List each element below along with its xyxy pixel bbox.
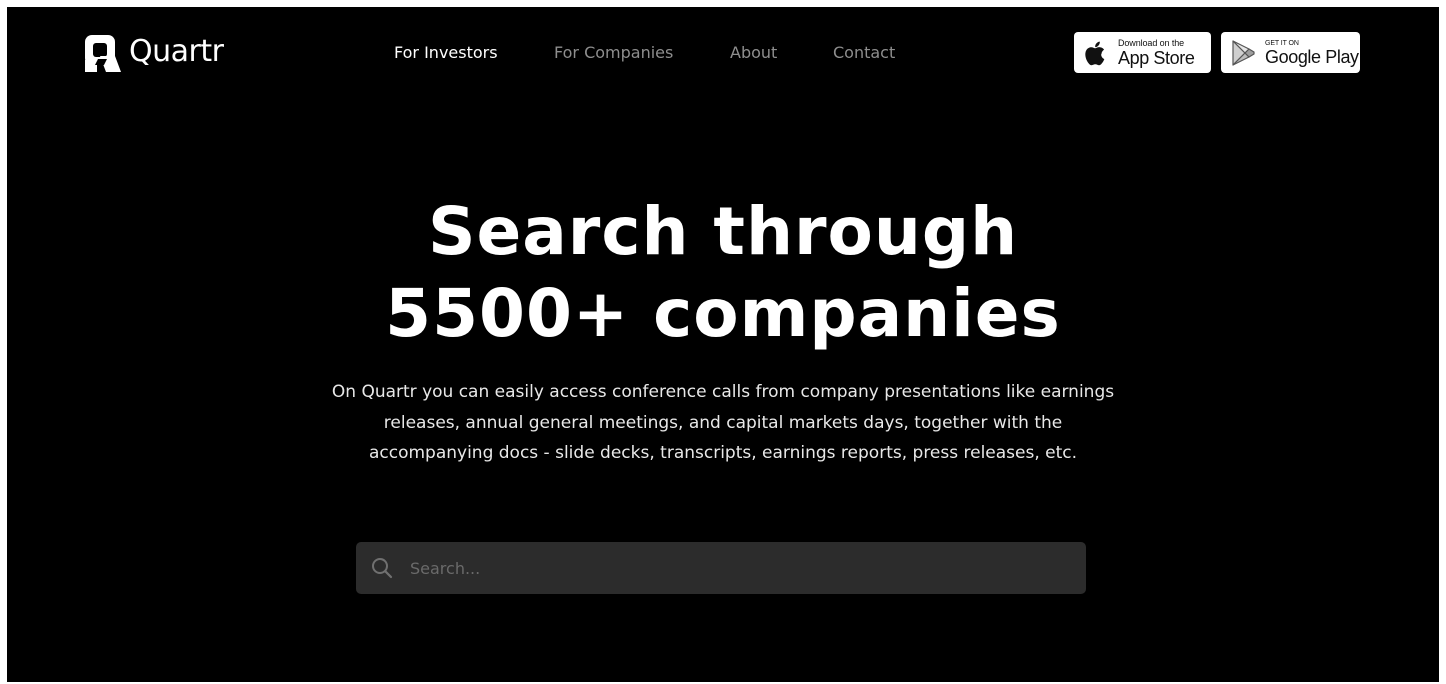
hero-title-line-1: Search through <box>427 193 1019 270</box>
search-input[interactable] <box>408 541 1086 595</box>
app-store-text: Download on the App Store <box>1118 37 1195 68</box>
hero-description: On Quartr you can easily access conferen… <box>331 382 1115 463</box>
google-play-badge[interactable]: GET IT ON Google Play <box>1221 32 1360 73</box>
google-play-small-label: GET IT ON <box>1265 39 1299 47</box>
hero-title-line-2: 5500+ companies <box>385 275 1061 352</box>
nav-for-investors[interactable]: For Investors <box>394 41 498 65</box>
apple-icon <box>1085 41 1105 65</box>
app-store-label: App Store <box>1118 47 1195 68</box>
app-store-badge[interactable]: Download on the App Store <box>1074 32 1211 73</box>
search-icon <box>372 558 393 579</box>
search-bar[interactable] <box>356 541 1086 595</box>
google-play-label: Google Play <box>1265 46 1359 67</box>
app-store-small-label: Download on the <box>1118 37 1185 48</box>
hero-title: Search through 5500+ companies <box>7 191 1439 355</box>
page-frame: Quartr For Investors For Companies About… <box>7 7 1439 682</box>
nav-about[interactable]: About <box>730 41 777 65</box>
google-play-text: GET IT ON Google Play <box>1265 40 1359 66</box>
google-play-icon <box>1232 39 1255 66</box>
nav-contact[interactable]: Contact <box>833 41 895 65</box>
nav-for-companies[interactable]: For Companies <box>554 41 673 65</box>
